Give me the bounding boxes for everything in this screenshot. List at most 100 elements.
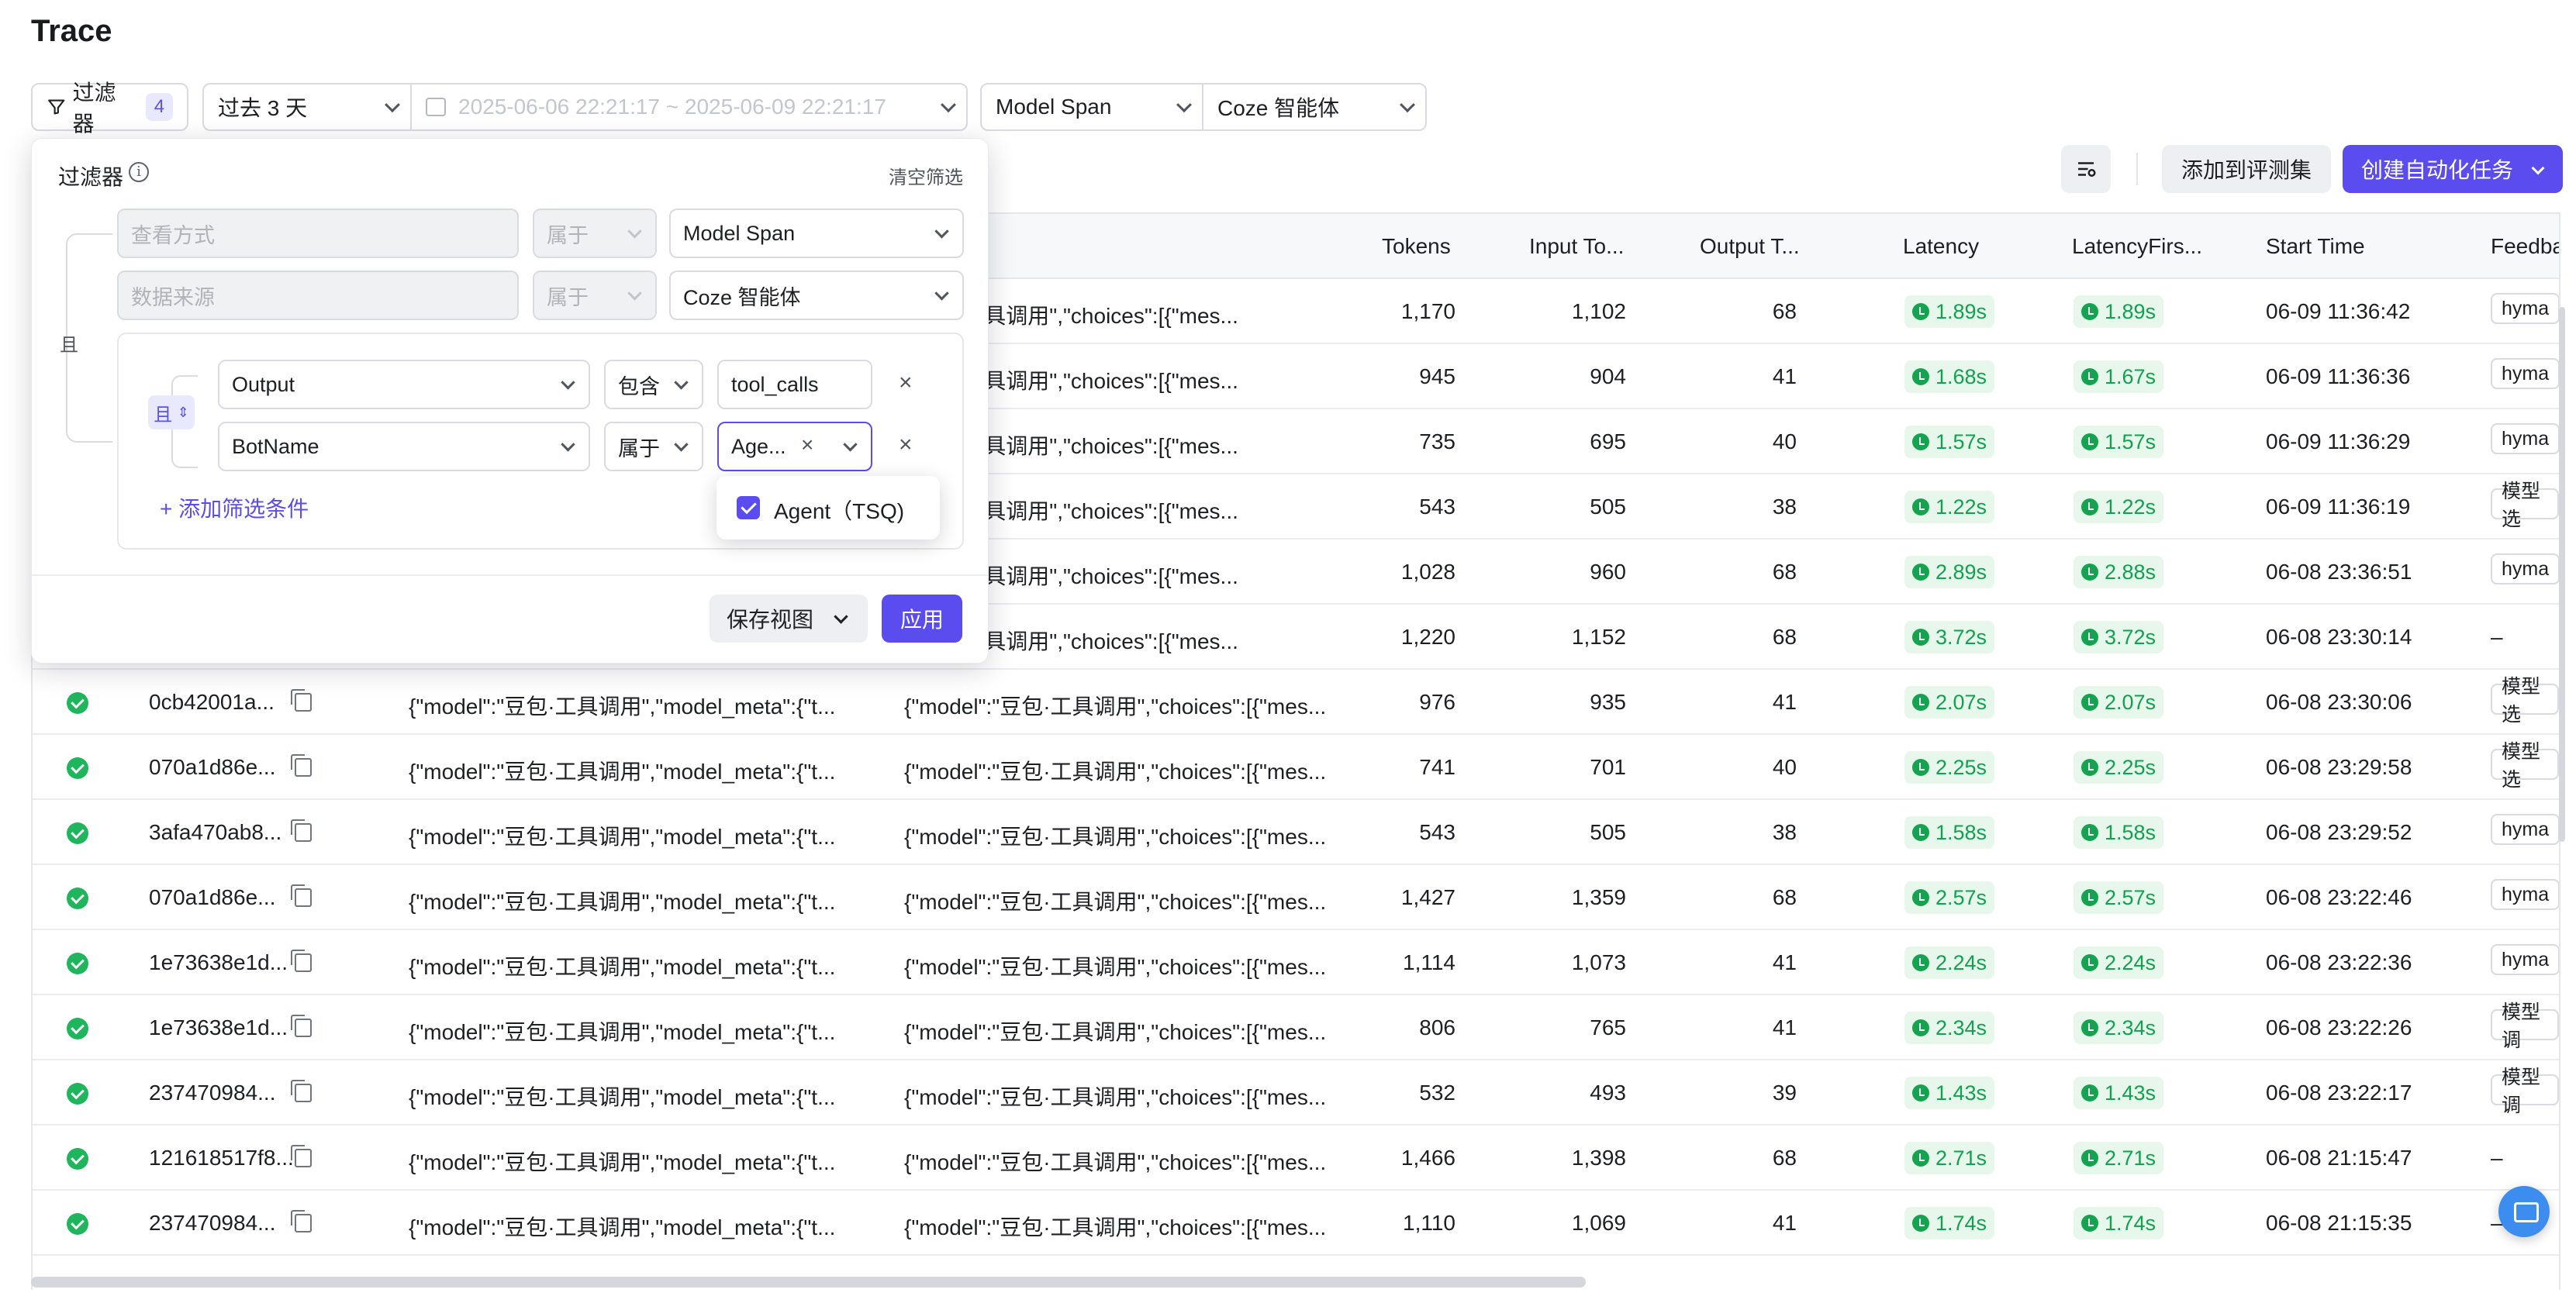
condition-1-value: tool_calls (731, 372, 819, 396)
time-preset-value: 过去 3 天 (218, 96, 308, 120)
chat-support-button[interactable] (2498, 1186, 2550, 1237)
clear-value-icon[interactable]: × (801, 433, 813, 457)
column-settings-button[interactable] (2061, 145, 2111, 193)
add-condition-button[interactable]: + 添加筛选条件 (160, 492, 309, 523)
feedback-tag: 模型选 (2491, 676, 2559, 726)
page-title: Trace (31, 14, 112, 48)
col-input-tokens[interactable]: Input To... (1529, 234, 1624, 259)
time-preset-select[interactable]: 过去 3 天 (202, 83, 412, 131)
copy-icon[interactable] (291, 1015, 312, 1037)
inner-and-toggle[interactable]: 且 ⇕ (148, 395, 195, 429)
trace-id[interactable]: 237470984... (149, 1081, 276, 1105)
copy-icon[interactable] (291, 1080, 312, 1102)
tokens-cell: 806 (1419, 1015, 1455, 1039)
checkbox-checked-icon[interactable] (737, 496, 760, 519)
col-start-time[interactable]: Start Time (2266, 234, 2365, 259)
table-row[interactable]: 070a1d86e... {"model":"豆包·工具调用","model_me… (33, 865, 2559, 930)
trace-id[interactable]: 121618517f8... (149, 1146, 294, 1170)
trace-id[interactable]: 3afa470ab8... (149, 820, 281, 845)
col-tokens[interactable]: Tokens (1382, 234, 1451, 259)
chevron-down-icon (1176, 97, 1192, 113)
table-row[interactable]: 1e73638e1d... {"model":"豆包·工具调用","model_m… (33, 995, 2559, 1060)
filter-button[interactable]: 过滤器 4 (31, 81, 188, 136)
start-time-cell: 06-08 23:22:36 (2266, 950, 2412, 974)
view-mode-field: 查看方式 (117, 209, 519, 258)
condition-1-operator-select[interactable]: 包含 (604, 360, 703, 409)
table-row[interactable]: 121618517f8... {"model":"豆包·工具调用","model_… (33, 1126, 2559, 1191)
table-row[interactable]: 070a1d86e... {"model":"豆包·工具调用","model_me… (33, 735, 2559, 800)
table-row[interactable]: 3afa470ab8... {"model":"豆包·工具调用","model_m… (33, 800, 2559, 865)
trace-id[interactable]: 070a1d86e... (149, 755, 276, 780)
table-row[interactable]: 237470984... {"model":"豆包·工具调用","model_me… (33, 1191, 2559, 1256)
input-tokens-cell: 1,398 (1571, 1146, 1626, 1170)
vertical-scrollbar[interactable] (2559, 307, 2565, 842)
horizontal-scrollbar[interactable] (31, 1277, 1586, 1288)
copy-icon[interactable] (291, 1210, 312, 1232)
input-cell: {"model":"豆包·工具调用","model_meta":{"t... (409, 760, 836, 784)
dropdown-option[interactable]: Agent（TSQ) (774, 495, 904, 526)
create-task-button[interactable]: 创建自动化任务 (2343, 145, 2563, 193)
col-output-tokens[interactable]: Output T... (1700, 234, 1800, 259)
operator-value: 属于 (547, 223, 589, 247)
input-tokens-cell: 695 (1590, 429, 1626, 453)
time-range-picker[interactable]: 2025-06-06 22:21:17 ~ 2025-06-09 22:21:1… (412, 83, 968, 131)
condition-1-value-input[interactable]: tool_calls (717, 360, 872, 409)
input-tokens-cell: 960 (1590, 560, 1626, 584)
remove-condition-1-icon[interactable]: × (899, 370, 913, 396)
platform-select[interactable]: Coze 智能体 (1203, 83, 1427, 131)
data-source-value-select[interactable]: Coze 智能体 (669, 271, 964, 320)
condition-1-field-select[interactable]: Output (218, 360, 590, 409)
tokens-cell: 945 (1419, 364, 1455, 388)
save-view-button[interactable]: 保存视图 (710, 595, 868, 643)
start-time-cell: 06-08 21:15:35 (2266, 1211, 2412, 1235)
chevron-down-icon (934, 224, 949, 239)
start-time-cell: 06-09 11:36:36 (2266, 364, 2411, 388)
table-row[interactable]: 0cb42001a... {"model":"豆包·工具调用","model_me… (33, 670, 2559, 735)
copy-icon[interactable] (291, 884, 312, 907)
output-cell: {"model":"豆包·工具调用","choices":[{"mes... (904, 695, 1327, 719)
input-tokens-cell: 1,069 (1571, 1211, 1626, 1235)
add-to-eval-button[interactable]: 添加到评测集 (2162, 145, 2331, 193)
trace-id[interactable]: 0cb42001a... (149, 690, 275, 715)
trace-id[interactable]: 070a1d86e... (149, 885, 276, 910)
table-row[interactable]: 237470984... {"model":"豆包·工具调用","model_me… (33, 1060, 2559, 1126)
latency-badge: 3.72s (1904, 621, 1995, 653)
copy-icon[interactable] (291, 1145, 312, 1167)
latency-first-badge: 1.58s (2074, 816, 2164, 849)
info-icon[interactable]: i (129, 162, 149, 182)
tokens-cell: 735 (1419, 429, 1455, 453)
col-latency[interactable]: Latency (1903, 234, 1979, 259)
view-mode-value-select[interactable]: Model Span (669, 209, 964, 258)
copy-icon[interactable] (291, 689, 312, 712)
tokens-cell: 1,220 (1400, 625, 1455, 649)
span-type-select[interactable]: Model Span (980, 83, 1203, 131)
copy-icon[interactable] (291, 819, 312, 842)
copy-icon[interactable] (291, 754, 312, 777)
condition-1-field: Output (232, 372, 295, 396)
remove-condition-2-icon[interactable]: × (899, 432, 913, 458)
output-tokens-cell: 68 (1772, 625, 1797, 649)
plus-icon: + (160, 497, 179, 521)
condition-2-value-select[interactable]: Age... × (717, 422, 872, 471)
chevron-down-icon (2531, 161, 2545, 175)
copy-icon[interactable] (291, 950, 312, 972)
latency-badge: 2.89s (1904, 556, 1995, 588)
trace-id[interactable]: 237470984... (149, 1211, 276, 1236)
tokens-cell: 741 (1419, 755, 1455, 779)
input-tokens-cell: 1,359 (1571, 885, 1626, 909)
input-cell: {"model":"豆包·工具调用","model_meta":{"t... (409, 1150, 836, 1174)
col-feedback[interactable]: Feedba (2491, 234, 2559, 259)
table-row[interactable]: 1e73638e1d... {"model":"豆包·工具调用","model_m… (33, 930, 2559, 995)
clear-filter-button[interactable]: 清空筛选 (889, 162, 963, 189)
condition-2-field-select[interactable]: BotName (218, 422, 590, 471)
trace-id[interactable]: 1e73638e1d... (149, 1015, 288, 1040)
feedback-tag: hyma (2491, 423, 2559, 454)
input-tokens-cell: 904 (1590, 364, 1626, 388)
input-cell: {"model":"豆包·工具调用","model_meta":{"t... (409, 695, 836, 719)
condition-2-operator-select[interactable]: 属于 (604, 422, 703, 471)
apply-button[interactable]: 应用 (882, 595, 962, 643)
col-latency-first[interactable]: LatencyFirs... (2072, 234, 2202, 259)
success-status-icon (67, 692, 88, 714)
trace-id[interactable]: 1e73638e1d... (149, 950, 288, 975)
output-cell: {"model":"豆包·工具调用","choices":[{"mes... (904, 890, 1327, 914)
